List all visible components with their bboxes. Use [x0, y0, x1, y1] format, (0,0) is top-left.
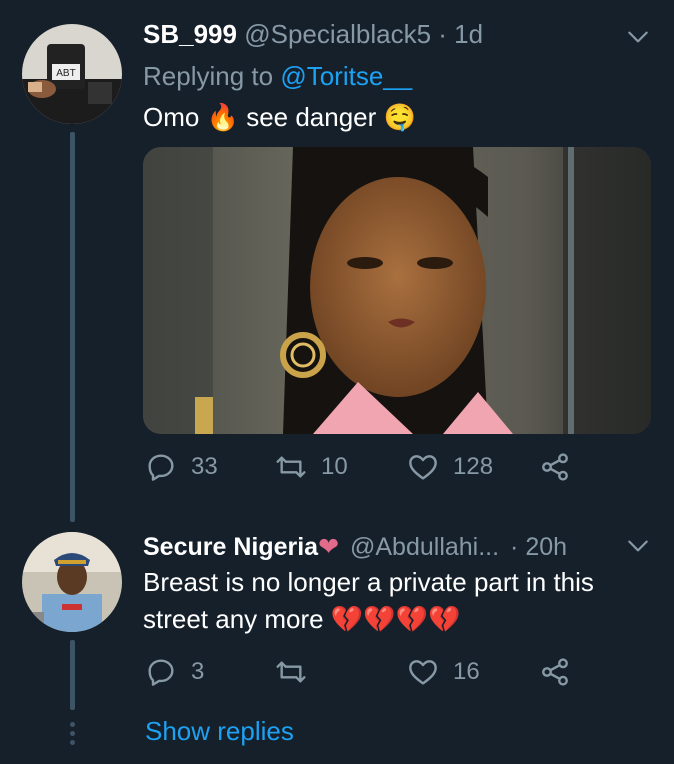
thread-line: [70, 640, 75, 710]
tweet-header: Secure Nigeria❤ @Abdullahi... · 20h: [143, 532, 567, 562]
reply-count: 3: [191, 658, 205, 685]
like-icon: [409, 660, 437, 685]
like-count: 128: [453, 453, 494, 480]
text-line: Breast is no longer a private part in th…: [143, 567, 594, 597]
user-name[interactable]: SB_999: [143, 19, 237, 49]
tweet-text: Omo 🔥 see danger 🤤: [143, 99, 416, 136]
reply-button[interactable]: 33: [145, 451, 218, 483]
tweet-actions: 3 16: [143, 656, 633, 696]
retweet-icon: [276, 661, 306, 683]
like-button[interactable]: 16: [407, 656, 480, 688]
heart-emoji: ❤: [318, 533, 340, 561]
tweet-actions: 33 10 128: [143, 451, 633, 491]
text-line-2: street any more 💔💔💔💔: [143, 601, 594, 638]
tweet-text: Breast is no longer a private part in th…: [143, 564, 594, 638]
text-part: Omo: [143, 102, 200, 132]
reply-icon: [148, 454, 174, 481]
svg-text:ABT: ABT: [56, 68, 75, 79]
timestamp[interactable]: 20h: [525, 533, 567, 561]
like-count: 16: [453, 658, 480, 685]
retweet-button[interactable]: 10: [275, 451, 348, 483]
photo-image: [143, 147, 651, 434]
chevron-down-icon[interactable]: [625, 533, 651, 559]
broken-heart-emojis: 💔💔💔💔: [330, 604, 461, 634]
drooling-emoji: 🤤: [383, 102, 416, 132]
replying-to: Replying to @Toritse__: [143, 61, 412, 92]
reply-count: 33: [191, 453, 218, 480]
share-icon: [542, 453, 568, 481]
tweet-header: SB_999 @Specialblack5 · 1d: [143, 19, 483, 50]
avatar[interactable]: [22, 532, 122, 632]
chevron-down-icon[interactable]: [625, 24, 651, 50]
avatar[interactable]: ABT: [22, 24, 122, 124]
retweet-icon: [276, 456, 306, 478]
reply-button[interactable]: 3: [145, 656, 204, 688]
user-name[interactable]: Secure Nigeria: [143, 533, 318, 561]
share-icon: [542, 658, 568, 686]
replying-prefix: Replying to: [143, 61, 274, 91]
share-button[interactable]: [539, 451, 585, 483]
replying-mention[interactable]: @Toritse__: [280, 61, 412, 91]
share-button[interactable]: [539, 656, 585, 688]
user-handle[interactable]: @Specialblack5: [244, 19, 431, 49]
fire-emoji: 🔥: [206, 102, 239, 132]
retweet-button[interactable]: [275, 656, 321, 688]
thread-line: [70, 132, 75, 522]
timestamp[interactable]: 1d: [454, 19, 483, 49]
text-line: street any more: [143, 604, 324, 634]
avatar-image: ABT: [22, 24, 122, 124]
separator: ·: [510, 533, 519, 561]
show-replies-link[interactable]: Show replies: [145, 716, 294, 747]
reply-icon: [148, 659, 174, 686]
tweet-photo[interactable]: [143, 147, 651, 434]
separator: ·: [438, 19, 447, 49]
tweet-sb999[interactable]: ABT SB_999 @Specialblack5 · 1d Replying …: [0, 0, 674, 522]
tweet-secure-nigeria[interactable]: Secure Nigeria❤ @Abdullahi... · 20h Brea…: [0, 500, 674, 764]
more-replies-dots: [68, 722, 77, 749]
avatar-image: [22, 532, 122, 632]
text-part: see danger: [246, 102, 377, 132]
like-icon: [409, 455, 437, 480]
like-button[interactable]: 128: [407, 451, 493, 483]
retweet-count: 10: [321, 453, 348, 480]
user-handle[interactable]: @Abdullahi...: [350, 533, 499, 561]
